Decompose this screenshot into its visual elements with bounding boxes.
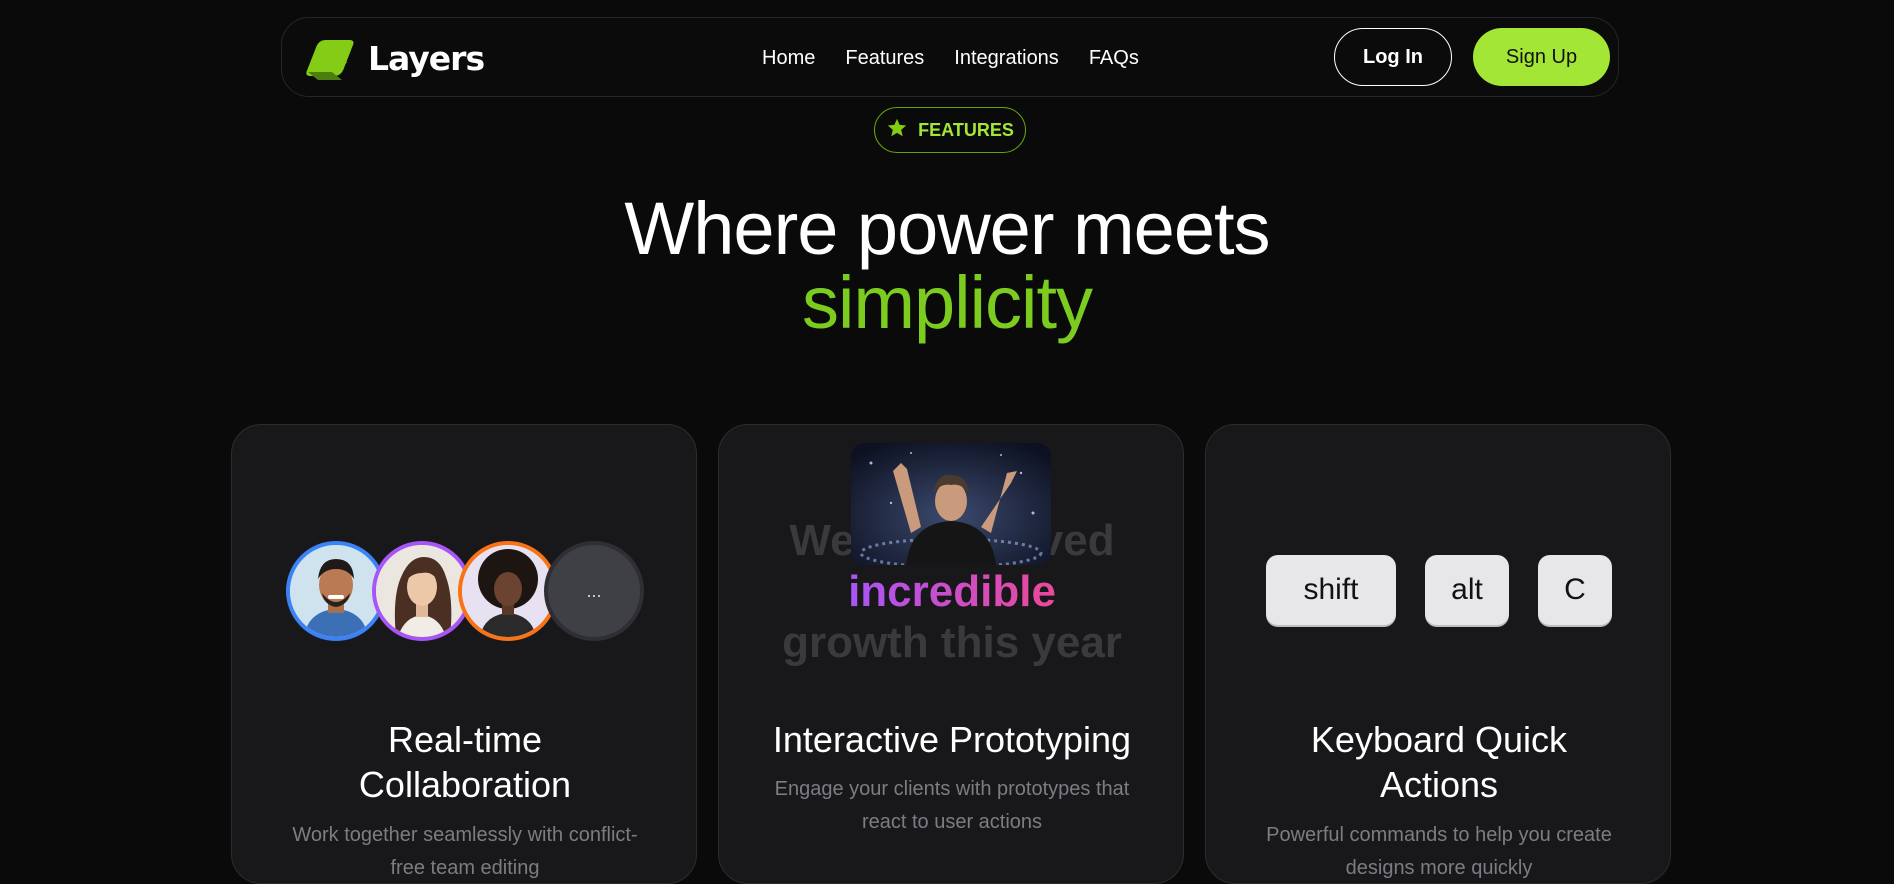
card-desc-line: Work together seamlessly with conflict- [292,824,638,846]
card-desc-line: Powerful commands to help you create [1266,824,1612,846]
card-description: Engage your clients with prototypes that… [749,773,1155,839]
section-headline: Where power meets simplicity [0,192,1894,340]
top-navbar: Layers Home Features Integrations FAQs L… [281,17,1619,97]
headline-line1: Where power meets [624,187,1270,270]
reaction-gif-image [851,443,1051,565]
card-title-line: Real-time [387,719,543,760]
login-button[interactable]: Log In [1334,28,1452,86]
card-desc-line: free team editing [390,857,540,879]
demo-text-highlight: incredible [848,567,1056,616]
key-shift: shift [1266,555,1396,625]
avatar [458,541,558,641]
avatar [372,541,472,641]
nav-integrations-link[interactable]: Integrations [954,47,1059,70]
headline-highlight: simplicity [801,261,1093,344]
nav-home-link[interactable]: Home [762,47,815,70]
card-desc-line: react to user actions [861,811,1043,833]
key-alt: alt [1425,555,1509,625]
star-icon [886,117,908,144]
key-c: C [1538,555,1612,625]
card-title-line: Actions [1379,764,1499,805]
card-description: Powerful commands to help you create des… [1236,819,1642,883]
more-avatars-badge[interactable]: ... [544,541,644,641]
brand-name: Layers [368,38,485,78]
main-menu: Home Features Integrations FAQs [762,18,1139,98]
feature-card-keyboard: shift alt C Keyboard Quick Actions Power… [1205,424,1671,884]
avatar [286,541,386,641]
layers-logo-icon [302,30,358,86]
demo-text-line: growth this year [782,618,1122,667]
card-title-line: Collaboration [358,764,572,805]
card-title: Interactive Prototyping [772,719,1132,760]
section-badge: FEATURES [874,107,1026,153]
card-desc-line: Engage your clients with prototypes that [774,778,1130,800]
card-title: Real-time Collaboration [232,717,696,807]
card-title-line: Keyboard Quick [1310,719,1568,760]
nav-features-link[interactable]: Features [845,47,924,70]
brand-logo[interactable]: Layers [302,30,485,86]
feature-card-prototyping: We've achieved incredible growth this ye… [718,424,1184,884]
card-desc-line: designs more quickly [1345,857,1533,879]
feature-card-collaboration: ... Real-time Collaboration Work togethe… [231,424,697,884]
card-title: Keyboard Quick Actions [1206,717,1670,807]
badge-label: FEATURES [918,119,1014,140]
signup-button[interactable]: Sign Up [1473,28,1610,86]
card-description: Work together seamlessly with conflict- … [262,819,668,883]
nav-faqs-link[interactable]: FAQs [1089,47,1139,70]
